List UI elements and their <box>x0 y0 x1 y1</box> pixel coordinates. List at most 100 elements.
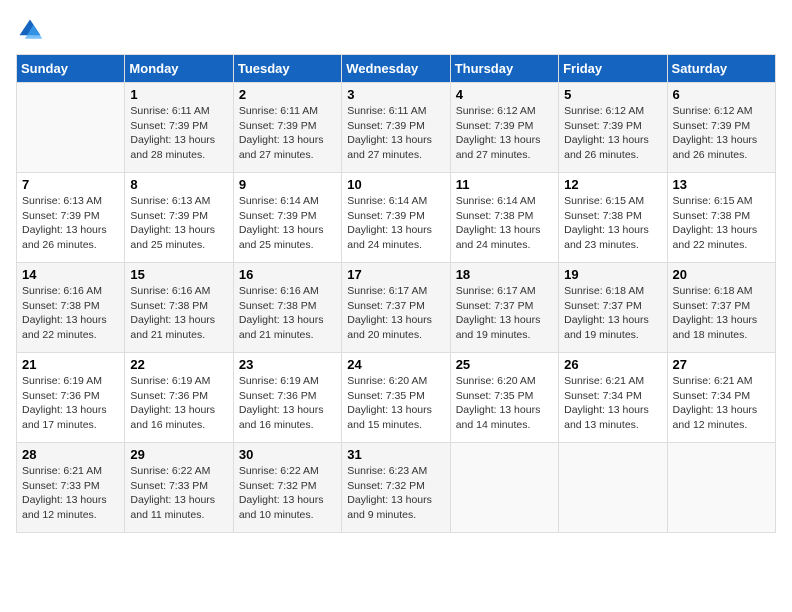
header-day-sunday: Sunday <box>17 55 125 83</box>
day-info: Sunrise: 6:12 AM Sunset: 7:39 PM Dayligh… <box>564 104 661 163</box>
day-info: Sunrise: 6:12 AM Sunset: 7:39 PM Dayligh… <box>673 104 770 163</box>
header-day-monday: Monday <box>125 55 233 83</box>
day-info: Sunrise: 6:15 AM Sunset: 7:38 PM Dayligh… <box>673 194 770 253</box>
day-info: Sunrise: 6:22 AM Sunset: 7:32 PM Dayligh… <box>239 464 336 523</box>
day-info: Sunrise: 6:12 AM Sunset: 7:39 PM Dayligh… <box>456 104 553 163</box>
day-info: Sunrise: 6:19 AM Sunset: 7:36 PM Dayligh… <box>239 374 336 433</box>
calendar-cell <box>559 443 667 533</box>
day-info: Sunrise: 6:21 AM Sunset: 7:34 PM Dayligh… <box>673 374 770 433</box>
week-row-3: 14 Sunrise: 6:16 AM Sunset: 7:38 PM Dayli… <box>17 263 776 353</box>
calendar-cell: 8 Sunrise: 6:13 AM Sunset: 7:39 PM Daylig… <box>125 173 233 263</box>
day-info: Sunrise: 6:13 AM Sunset: 7:39 PM Dayligh… <box>22 194 119 253</box>
day-number: 4 <box>456 87 553 102</box>
day-info: Sunrise: 6:20 AM Sunset: 7:35 PM Dayligh… <box>347 374 444 433</box>
day-info: Sunrise: 6:22 AM Sunset: 7:33 PM Dayligh… <box>130 464 227 523</box>
header-day-friday: Friday <box>559 55 667 83</box>
calendar-cell: 6Sunrise: 6:12 AM Sunset: 7:39 PM Daylig… <box>667 83 775 173</box>
header-day-wednesday: Wednesday <box>342 55 450 83</box>
day-info: Sunrise: 6:17 AM Sunset: 7:37 PM Dayligh… <box>347 284 444 343</box>
calendar-cell: 15Sunrise: 6:16 AM Sunset: 7:38 PM Dayli… <box>125 263 233 353</box>
day-info: Sunrise: 6:14 AM Sunset: 7:38 PM Dayligh… <box>456 194 553 253</box>
calendar-cell: 3 Sunrise: 6:11 AM Sunset: 7:39 PM Daylig… <box>342 83 450 173</box>
calendar-cell: 16 Sunrise: 6:16 AM Sunset: 7:38 PM Dayli… <box>233 263 341 353</box>
day-info: Sunrise: 6:13 AM Sunset: 7:39 PM Dayligh… <box>130 194 227 253</box>
day-number: 30 <box>239 447 336 462</box>
day-number: 26 <box>564 357 661 372</box>
logo <box>16 16 48 44</box>
calendar-cell: 13Sunrise: 6:15 AM Sunset: 7:38 PM Dayli… <box>667 173 775 263</box>
day-number: 22 <box>130 357 227 372</box>
logo-icon <box>16 16 44 44</box>
calendar-cell: 11Sunrise: 6:14 AM Sunset: 7:38 PM Dayli… <box>450 173 558 263</box>
week-row-5: 28Sunrise: 6:21 AM Sunset: 7:33 PM Dayli… <box>17 443 776 533</box>
header-row: SundayMondayTuesdayWednesdayThursdayFrid… <box>17 55 776 83</box>
day-info: Sunrise: 6:21 AM Sunset: 7:34 PM Dayligh… <box>564 374 661 433</box>
day-number: 16 <box>239 267 336 282</box>
calendar-cell: 1Sunrise: 6:11 AM Sunset: 7:39 PM Daylig… <box>125 83 233 173</box>
calendar-cell: 7 Sunrise: 6:13 AM Sunset: 7:39 PM Daylig… <box>17 173 125 263</box>
day-number: 27 <box>673 357 770 372</box>
day-number: 12 <box>564 177 661 192</box>
week-row-4: 21 Sunrise: 6:19 AM Sunset: 7:36 PM Dayli… <box>17 353 776 443</box>
day-number: 1 <box>130 87 227 102</box>
day-info: Sunrise: 6:11 AM Sunset: 7:39 PM Dayligh… <box>239 104 336 163</box>
day-number: 14 <box>22 267 119 282</box>
day-number: 29 <box>130 447 227 462</box>
calendar-cell: 2 Sunrise: 6:11 AM Sunset: 7:39 PM Daylig… <box>233 83 341 173</box>
day-number: 20 <box>673 267 770 282</box>
calendar-cell: 30 Sunrise: 6:22 AM Sunset: 7:32 PM Dayli… <box>233 443 341 533</box>
calendar-cell <box>667 443 775 533</box>
header-day-tuesday: Tuesday <box>233 55 341 83</box>
day-info: Sunrise: 6:18 AM Sunset: 7:37 PM Dayligh… <box>564 284 661 343</box>
calendar-cell: 10 Sunrise: 6:14 AM Sunset: 7:39 PM Dayli… <box>342 173 450 263</box>
calendar-body: 1 Sunrise: 6:11 AM Sunset: 7:39 PM Daylig… <box>17 83 776 533</box>
calendar-cell: 31 Sunrise: 6:23 AM Sunset: 7:32 PM Dayli… <box>342 443 450 533</box>
calendar-cell: 26 Sunrise: 6:21 AM Sunset: 7:34 PM Dayli… <box>559 353 667 443</box>
day-number: 18 <box>456 267 553 282</box>
calendar-cell: 23 Sunrise: 6:19 AM Sunset: 7:36 PM Dayli… <box>233 353 341 443</box>
calendar-cell: 25 Sunrise: 6:20 AM Sunset: 7:35 PM Dayli… <box>450 353 558 443</box>
day-number: 3 <box>347 87 444 102</box>
day-number: 19 <box>564 267 661 282</box>
calendar-cell: 28Sunrise: 6:21 AM Sunset: 7:33 PM Dayli… <box>17 443 125 533</box>
day-info: Sunrise: 6:16 AM Sunset: 7:38 PM Dayligh… <box>239 284 336 343</box>
calendar-cell: 19 Sunrise: 6:18 AM Sunset: 7:37 PM Dayli… <box>559 263 667 353</box>
calendar-table: SundayMondayTuesdayWednesdayThursdayFrid… <box>16 54 776 533</box>
day-info: Sunrise: 6:14 AM Sunset: 7:39 PM Dayligh… <box>347 194 444 253</box>
day-number: 25 <box>456 357 553 372</box>
day-info: Sunrise: 6:16 AM Sunset: 7:38 PM Dayligh… <box>22 284 119 343</box>
header-day-saturday: Saturday <box>667 55 775 83</box>
day-info: Sunrise: 6:23 AM Sunset: 7:32 PM Dayligh… <box>347 464 444 523</box>
day-info: Sunrise: 6:17 AM Sunset: 7:37 PM Dayligh… <box>456 284 553 343</box>
day-number: 21 <box>22 357 119 372</box>
calendar-cell: 24Sunrise: 6:20 AM Sunset: 7:35 PM Dayli… <box>342 353 450 443</box>
day-number: 8 <box>130 177 227 192</box>
day-number: 23 <box>239 357 336 372</box>
day-info: Sunrise: 6:18 AM Sunset: 7:37 PM Dayligh… <box>673 284 770 343</box>
calendar-cell: 20 Sunrise: 6:18 AM Sunset: 7:37 PM Dayli… <box>667 263 775 353</box>
day-number: 5 <box>564 87 661 102</box>
calendar-cell <box>17 83 125 173</box>
calendar-cell: 18 Sunrise: 6:17 AM Sunset: 7:37 PM Dayli… <box>450 263 558 353</box>
day-info: Sunrise: 6:21 AM Sunset: 7:33 PM Dayligh… <box>22 464 119 523</box>
day-number: 31 <box>347 447 444 462</box>
calendar-cell: 27 Sunrise: 6:21 AM Sunset: 7:34 PM Dayli… <box>667 353 775 443</box>
day-number: 17 <box>347 267 444 282</box>
calendar-cell: 29 Sunrise: 6:22 AM Sunset: 7:33 PM Dayli… <box>125 443 233 533</box>
calendar-cell: 5 Sunrise: 6:12 AM Sunset: 7:39 PM Daylig… <box>559 83 667 173</box>
day-number: 7 <box>22 177 119 192</box>
calendar-cell: 9Sunrise: 6:14 AM Sunset: 7:39 PM Daylig… <box>233 173 341 263</box>
calendar-cell <box>450 443 558 533</box>
day-number: 10 <box>347 177 444 192</box>
day-info: Sunrise: 6:11 AM Sunset: 7:39 PM Dayligh… <box>347 104 444 163</box>
day-info: Sunrise: 6:19 AM Sunset: 7:36 PM Dayligh… <box>130 374 227 433</box>
calendar-cell: 14 Sunrise: 6:16 AM Sunset: 7:38 PM Dayli… <box>17 263 125 353</box>
calendar-cell: 22 Sunrise: 6:19 AM Sunset: 7:36 PM Dayli… <box>125 353 233 443</box>
day-info: Sunrise: 6:20 AM Sunset: 7:35 PM Dayligh… <box>456 374 553 433</box>
week-row-1: 1 Sunrise: 6:11 AM Sunset: 7:39 PM Daylig… <box>17 83 776 173</box>
day-number: 9 <box>239 177 336 192</box>
calendar-cell: 21 Sunrise: 6:19 AM Sunset: 7:36 PM Dayli… <box>17 353 125 443</box>
day-info: Sunrise: 6:19 AM Sunset: 7:36 PM Dayligh… <box>22 374 119 433</box>
day-number: 2 <box>239 87 336 102</box>
calendar-cell: 4 Sunrise: 6:12 AM Sunset: 7:39 PM Daylig… <box>450 83 558 173</box>
